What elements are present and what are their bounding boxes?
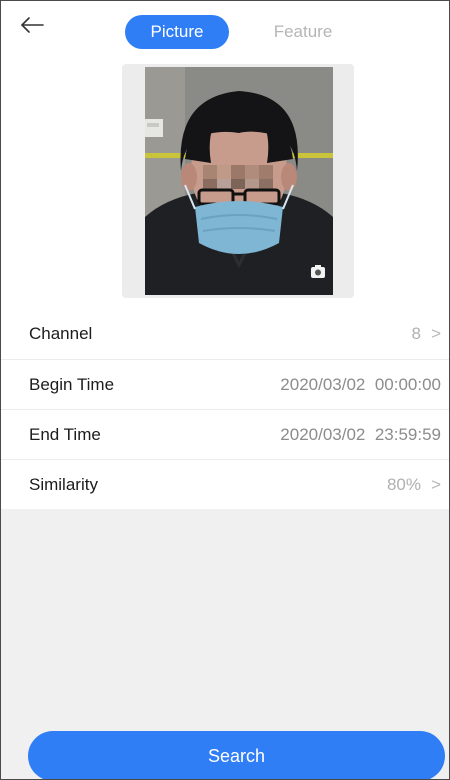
channel-value: 8 — [411, 324, 421, 343]
header: Picture Feature — [1, 1, 449, 61]
face-photo — [145, 67, 333, 295]
tab-picture[interactable]: Picture — [125, 15, 229, 49]
face-search-screen: Picture Feature Channel 8 > Begin Time 2… — [0, 0, 450, 780]
chevron-right-icon: > — [431, 475, 441, 494]
begin-time-label: Begin Time — [29, 375, 115, 394]
end-time-row[interactable]: End Time 2020/03/02 23:59:59 — [1, 409, 449, 459]
search-button[interactable]: Search — [28, 731, 445, 779]
filter-list: Channel 8 > Begin Time 2020/03/02 00:00:… — [1, 309, 449, 509]
header-section: Picture Feature — [1, 1, 449, 309]
begin-time-value: 2020/03/02 00:00:00 — [280, 375, 441, 394]
arrow-left-icon — [21, 17, 44, 33]
end-time-label: End Time — [29, 425, 101, 444]
begin-time-row[interactable]: Begin Time 2020/03/02 00:00:00 — [1, 359, 449, 409]
face-photo-frame[interactable] — [122, 64, 354, 298]
channel-label: Channel — [29, 324, 93, 343]
end-time-value: 2020/03/02 23:59:59 — [280, 425, 441, 444]
channel-row[interactable]: Channel 8 > — [1, 309, 449, 359]
similarity-value: 80% — [386, 475, 421, 494]
chevron-right-icon: > — [431, 324, 441, 343]
tab-feature[interactable]: Feature — [253, 15, 353, 49]
similarity-label: Similarity — [29, 475, 98, 494]
similarity-row[interactable]: Similarity 80% > — [1, 459, 449, 509]
back-button[interactable] — [19, 13, 47, 41]
